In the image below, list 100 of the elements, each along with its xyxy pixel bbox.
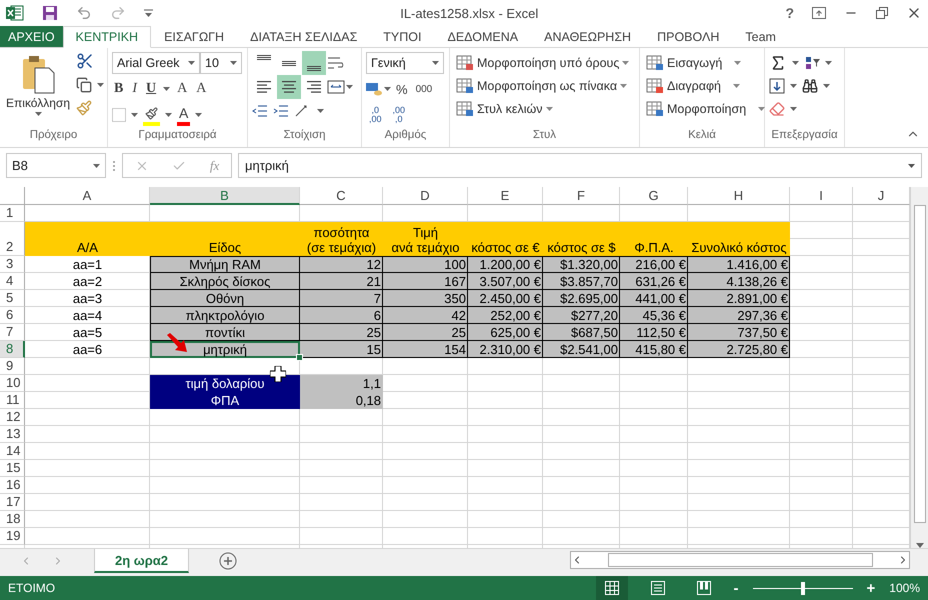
column-heading: Α/Α bbox=[25, 222, 150, 256]
table-cell: πληκτρολόγιο bbox=[150, 307, 300, 324]
table-style-icon bbox=[456, 55, 474, 71]
table-cell: 25 bbox=[383, 324, 468, 341]
group-label: Αριθμός bbox=[384, 129, 428, 143]
copy-icon[interactable] bbox=[76, 77, 92, 93]
customize-icon[interactable] bbox=[144, 9, 153, 17]
percent-button[interactable]: % bbox=[393, 78, 411, 100]
table-style-icon bbox=[456, 101, 474, 117]
group-label: Στοίχιση bbox=[282, 129, 326, 143]
group-label: Επεξεργασία bbox=[770, 129, 839, 143]
table-cell: 350 bbox=[383, 290, 468, 307]
number-format-field[interactable]: Γενική bbox=[366, 52, 444, 74]
table-cell: $2.695,00 bbox=[543, 290, 620, 307]
ribbon-tab[interactable]: ΚΕΝΤΡΙΚΗ bbox=[62, 26, 152, 48]
table-cell: 100 bbox=[383, 256, 468, 273]
caret-icon bbox=[620, 84, 628, 88]
paste-button[interactable]: Επικόλληση bbox=[4, 52, 72, 129]
caret-icon bbox=[734, 61, 742, 65]
caret-icon bbox=[317, 109, 324, 113]
currency-icon[interactable] bbox=[366, 82, 382, 96]
wrap-text-icon[interactable] bbox=[327, 55, 345, 71]
cells-menu-item[interactable]: Εισαγωγή bbox=[644, 52, 768, 74]
find-icon[interactable] bbox=[802, 78, 818, 94]
shrink-font-button[interactable]: A bbox=[194, 78, 208, 100]
styles-menu-item[interactable]: Στυλ κελιών bbox=[454, 98, 632, 120]
table-cell: Οθόνη bbox=[150, 290, 300, 307]
table-cell: 7 bbox=[300, 290, 383, 307]
styles-menu-item[interactable]: Μορφοποίηση ως πίνακα bbox=[454, 75, 632, 97]
table-cell: 625,00 € bbox=[468, 324, 543, 341]
table-cell: $277,20 bbox=[543, 307, 620, 324]
bold-button[interactable]: B bbox=[112, 78, 126, 100]
table-cell: 1.200,00 € bbox=[468, 256, 543, 273]
table-cell: 21 bbox=[300, 273, 383, 290]
formula-field[interactable]: μητρική bbox=[238, 153, 922, 178]
grid-icon bbox=[604, 581, 619, 595]
increase-decimal-button[interactable]: ,0 ,00 bbox=[366, 106, 385, 124]
zoom-out-button[interactable]: - bbox=[734, 580, 739, 596]
vertical-align-button[interactable] bbox=[302, 51, 326, 75]
caret-icon bbox=[195, 113, 202, 117]
ribbon-options-icon[interactable] bbox=[812, 7, 826, 19]
cells-menu-item[interactable]: Μορφοποίηση bbox=[644, 98, 768, 120]
cells-menu-item[interactable]: Διαγραφή bbox=[644, 75, 768, 97]
help-button[interactable]: ? bbox=[785, 5, 794, 21]
cells-icon bbox=[646, 101, 664, 117]
font-size-field[interactable]: 10 bbox=[200, 52, 242, 74]
zoom-thumb[interactable] bbox=[800, 582, 805, 594]
italic-button[interactable]: I bbox=[130, 78, 140, 100]
caret-icon bbox=[34, 112, 42, 116]
underline-button[interactable]: U bbox=[144, 78, 158, 100]
eraser-icon[interactable] bbox=[769, 101, 785, 117]
row-header[interactable]: 8 bbox=[0, 341, 25, 358]
name-box[interactable]: B8 bbox=[6, 153, 106, 178]
sheet-tab[interactable]: 2η ωρα2 bbox=[94, 549, 190, 573]
fill-handle[interactable] bbox=[296, 354, 303, 361]
table-cell: 112,50 € bbox=[620, 324, 688, 341]
normal-view-button[interactable] bbox=[596, 576, 628, 600]
cells-icon bbox=[646, 55, 664, 71]
merge-cells-icon[interactable] bbox=[327, 80, 345, 94]
table-cell: 216,00 € bbox=[620, 256, 688, 273]
table-cell: Μνήμη RAM bbox=[150, 256, 300, 273]
caret-icon bbox=[346, 85, 353, 89]
styles-menu-item[interactable]: Μορφοποίηση υπό όρους bbox=[454, 52, 632, 74]
horizontal-align-button[interactable] bbox=[277, 75, 301, 99]
horizontal-scrollbar[interactable] bbox=[570, 551, 910, 569]
caret-icon bbox=[432, 61, 439, 65]
row-header[interactable]: 2 bbox=[0, 222, 25, 256]
caret-icon bbox=[131, 113, 138, 117]
column-heading: Είδος bbox=[150, 222, 300, 256]
increase-indent-icon[interactable] bbox=[273, 104, 289, 118]
caret-icon bbox=[546, 107, 552, 111]
sort-filter-icon[interactable] bbox=[804, 55, 820, 71]
table-cell: 2.891,00 € bbox=[688, 290, 790, 307]
column-heading: κόστος σε $ bbox=[543, 222, 620, 256]
table-cell: 25 bbox=[300, 324, 383, 341]
grow-font-button[interactable]: A bbox=[175, 78, 190, 100]
fill-icon[interactable] bbox=[769, 78, 785, 94]
undo-icon[interactable] bbox=[76, 5, 92, 21]
vertical-scrollbar[interactable] bbox=[910, 187, 928, 548]
thousands-button[interactable]: 000 bbox=[412, 78, 436, 100]
column-heading: ποσότητα (σε τεμάχια) bbox=[300, 222, 383, 256]
add-sheet-icon[interactable] bbox=[219, 552, 238, 570]
save-icon[interactable] bbox=[42, 5, 58, 21]
table-cell: 297,36 € bbox=[688, 307, 790, 324]
arrow-icon bbox=[166, 333, 188, 353]
zoom-in-button[interactable]: + bbox=[866, 580, 876, 596]
decrease-indent-icon[interactable] bbox=[252, 104, 268, 118]
column-header[interactable]: B bbox=[150, 187, 300, 205]
font-name-field[interactable]: Arial Greek bbox=[112, 52, 200, 74]
clipboard-icon bbox=[21, 54, 55, 94]
file-tab[interactable]: ΑΡΧΕΙΟ bbox=[0, 26, 63, 47]
window-title: IL-ates1258.xlsx - Excel bbox=[399, 6, 540, 20]
font-color-button[interactable]: A bbox=[177, 104, 190, 126]
decrease-decimal-button[interactable]: ,00 ,0 bbox=[390, 106, 408, 124]
table-cell-text: aa=3 bbox=[72, 290, 104, 307]
table-cell: 45,36 € bbox=[620, 307, 688, 324]
table-cell: 3.507,00 € bbox=[468, 273, 543, 290]
cut-icon[interactable] bbox=[76, 52, 94, 70]
borders-icon[interactable] bbox=[112, 108, 126, 122]
restore-icon[interactable] bbox=[876, 7, 888, 19]
